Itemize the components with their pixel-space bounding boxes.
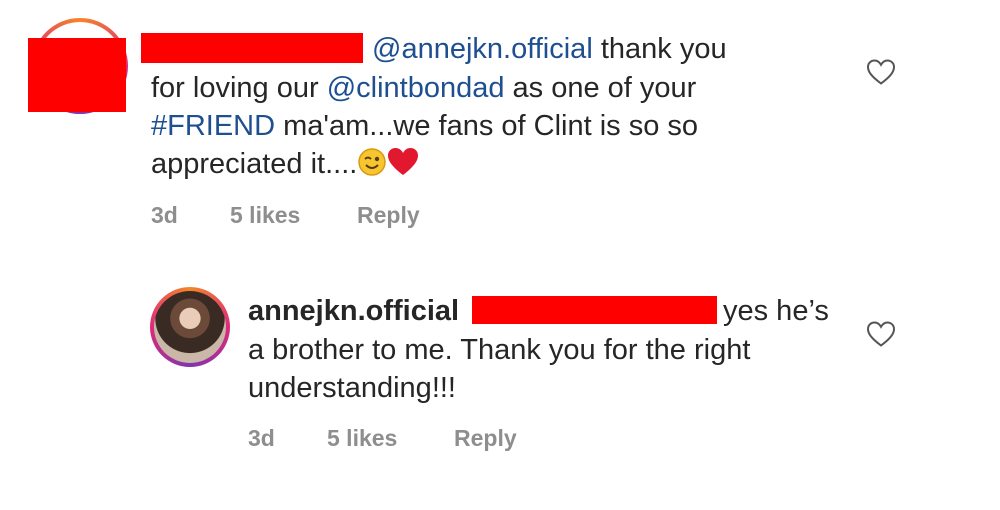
comment-text: ma'am...we fans of Clint is so so [275, 110, 699, 142]
likes-count[interactable]: 5 likes [230, 202, 300, 229]
comment-text: yes he’s [723, 295, 829, 327]
comment-text: a brother to me. Thank you for the right [248, 334, 751, 366]
mention-clintbondad[interactable]: @clintbondad [327, 72, 505, 104]
redacted-mention [472, 296, 717, 324]
comment-age: 3d [248, 425, 275, 451]
winking-face-emoji [358, 148, 387, 176]
reply-button[interactable]: Reply [454, 425, 517, 452]
reply-button[interactable]: Reply [357, 202, 420, 229]
comment-2-line-3: understanding!!! [248, 369, 456, 407]
annejkn-avatar[interactable] [150, 287, 230, 367]
mention-annejkn-official[interactable]: @annejkn.official [372, 33, 593, 65]
comment-text: appreciated it.... [151, 148, 358, 180]
hashtag-friend[interactable]: #FRIEND [151, 110, 275, 142]
redacted-avatar [28, 38, 126, 112]
redacted-username [141, 33, 363, 63]
comment-1-line-3: #FRIEND ma'am...we fans of Clint is so s… [151, 107, 698, 145]
heart-outline-icon[interactable] [866, 320, 896, 348]
comment-2-line-2: a brother to me. Thank you for the right [248, 331, 750, 369]
heart-outline-icon[interactable] [866, 58, 896, 86]
comment-2-line-1-tail: yes he’s [723, 292, 829, 330]
comment-age: 3d [151, 202, 178, 228]
comment-text: as one of your [504, 72, 697, 104]
comment-text: understanding!!! [248, 372, 456, 404]
comment-text: for loving our [151, 72, 327, 104]
likes-count[interactable]: 5 likes [327, 425, 397, 452]
avatar-photo [154, 291, 226, 363]
comment-1-line-4: appreciated it.... [151, 145, 419, 183]
red-heart-emoji [388, 148, 419, 175]
username-annejkn-official[interactable]: annejkn.official [248, 295, 459, 327]
comment-2-line-1: annejkn.official [248, 292, 459, 330]
comment-1-line-2: for loving our @clintbondad as one of yo… [151, 69, 696, 107]
comment-text: thank you [592, 33, 727, 65]
comment-1-line-1: @annejkn.official thank you [372, 30, 727, 68]
